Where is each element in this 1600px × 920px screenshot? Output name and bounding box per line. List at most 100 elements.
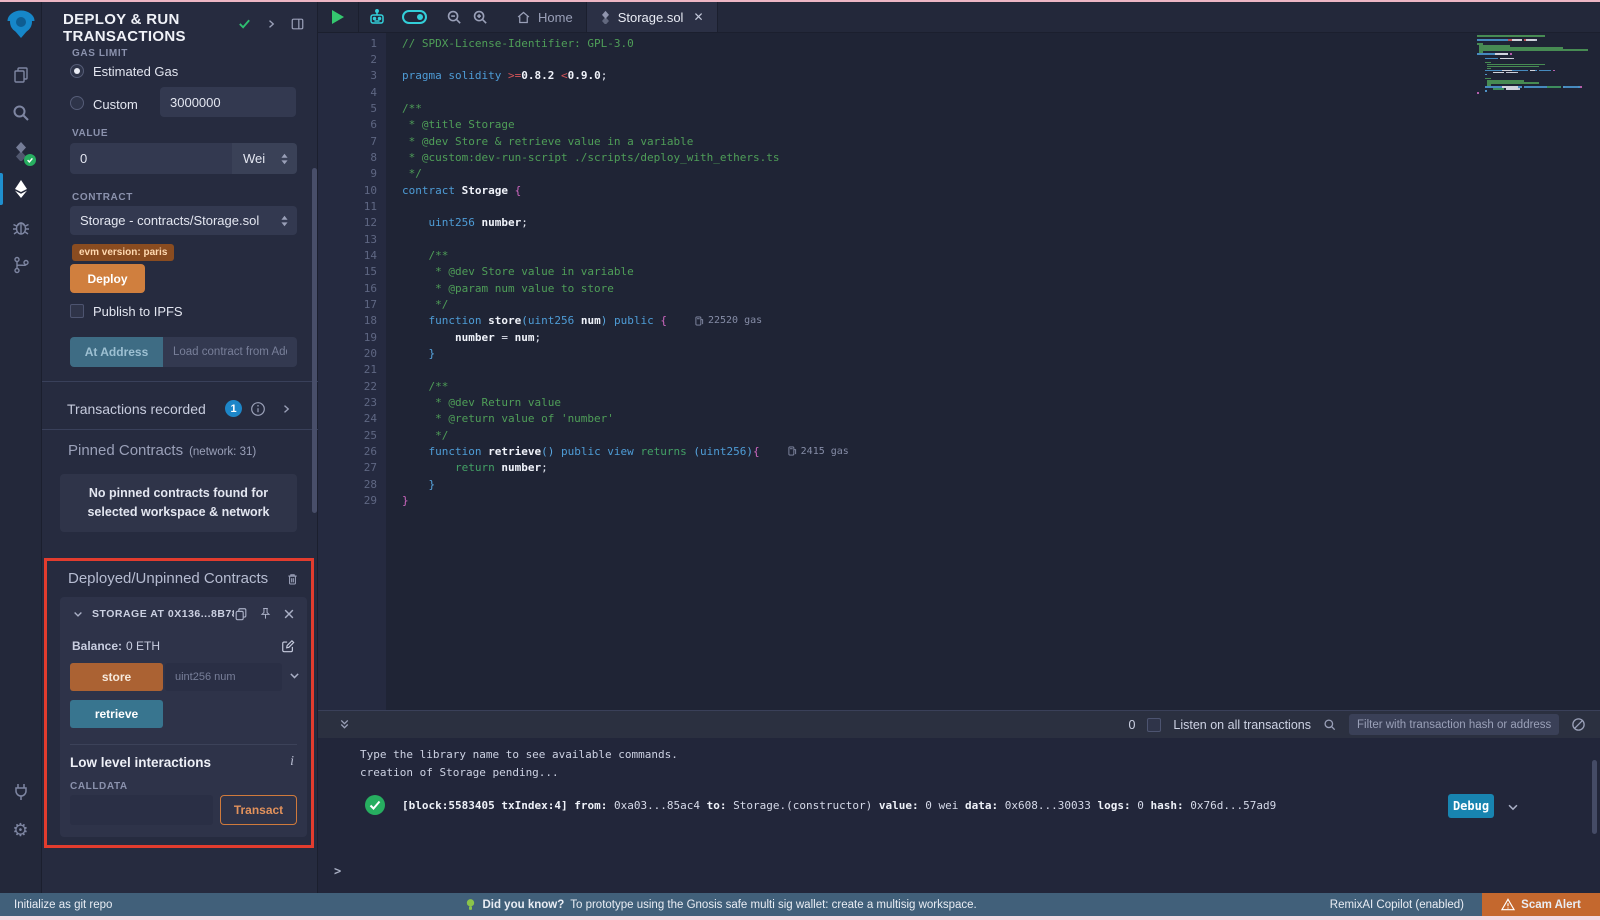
store-argument-input[interactable] xyxy=(165,663,282,691)
sidebar-item-search[interactable] xyxy=(0,94,42,132)
code-line[interactable]: 27 return number; xyxy=(318,460,1600,476)
code-line[interactable]: 2 xyxy=(318,51,1600,67)
calldata-input[interactable] xyxy=(70,795,213,825)
contract-select[interactable]: Storage - contracts/Storage.sol xyxy=(70,206,297,235)
expand-tx-chevron-icon[interactable] xyxy=(1506,800,1520,814)
code-line[interactable]: 17 */ xyxy=(318,296,1600,312)
run-script-button[interactable] xyxy=(318,2,359,32)
expand-transactions-chevron-icon[interactable] xyxy=(280,403,292,415)
divider xyxy=(42,429,318,430)
pin-contract-icon[interactable] xyxy=(259,607,272,621)
sidebar-item-solidity-compiler[interactable] xyxy=(0,132,42,170)
code-editor[interactable]: 1// SPDX-License-Identifier: GPL-3.023pr… xyxy=(318,33,1600,710)
code-line[interactable]: 29} xyxy=(318,492,1600,508)
edit-balance-icon[interactable] xyxy=(281,639,295,653)
window-bottom-edge xyxy=(0,916,1600,920)
code-line[interactable]: 18 function store(uint256 num) public {2… xyxy=(318,313,1600,329)
code-line[interactable]: 15 * @dev Store value in variable xyxy=(318,264,1600,280)
scam-alert-button[interactable]: Scam Alert xyxy=(1482,893,1600,916)
code-line[interactable]: 4 xyxy=(318,84,1600,100)
terminal-controls: 0 Listen on all transactions xyxy=(1128,714,1586,735)
publish-ipfs-checkbox[interactable] xyxy=(70,304,84,318)
collapse-chevron-down-icon[interactable] xyxy=(72,608,84,620)
code-line[interactable]: 16 * @param num value to store xyxy=(318,280,1600,296)
sidebar-item-file-explorer[interactable] xyxy=(0,56,42,94)
code-line[interactable]: 22 /** xyxy=(318,378,1600,394)
copy-address-icon[interactable] xyxy=(234,607,248,621)
code-line[interactable]: 14 /** xyxy=(318,247,1600,263)
clear-deployed-trash-icon[interactable] xyxy=(285,571,300,587)
calldata-label: CALLDATA xyxy=(70,781,128,792)
pin-panel-chevron-icon[interactable] xyxy=(265,18,277,30)
debug-button[interactable]: Debug xyxy=(1448,794,1494,818)
split-panel-icon[interactable] xyxy=(290,17,305,31)
retrieve-function-button[interactable]: retrieve xyxy=(70,700,163,728)
store-function-button[interactable]: store xyxy=(70,663,163,691)
sidebar-item-debugger[interactable] xyxy=(0,208,42,246)
expand-function-chevron-icon[interactable] xyxy=(288,669,301,682)
terminal-prompt[interactable]: > xyxy=(334,864,341,878)
scam-alert-label: Scam Alert xyxy=(1521,899,1581,911)
terminal-scrollbar[interactable] xyxy=(1592,760,1597,834)
code-line[interactable]: 25 */ xyxy=(318,427,1600,443)
editor-minimap[interactable] xyxy=(1477,35,1591,99)
custom-gas-radio[interactable] xyxy=(70,96,84,110)
info-icon[interactable] xyxy=(250,401,266,417)
value-input[interactable] xyxy=(70,143,232,174)
value-unit-select[interactable]: Wei xyxy=(232,143,297,174)
copilot-status[interactable]: RemixAI Copilot (enabled) xyxy=(1330,899,1464,911)
copilot-toggle[interactable] xyxy=(395,2,433,32)
status-bar: Initialize as git repo Did you know? To … xyxy=(0,893,1600,916)
code-line[interactable]: 12 uint256 number; xyxy=(318,215,1600,231)
git-init-button[interactable]: Initialize as git repo xyxy=(0,899,112,911)
estimated-gas-radio[interactable] xyxy=(70,64,84,78)
code-line[interactable]: 10contract Storage { xyxy=(318,182,1600,198)
transaction-filter-input[interactable] xyxy=(1349,714,1559,735)
code-line[interactable]: 20 } xyxy=(318,345,1600,361)
custom-gas-input[interactable] xyxy=(160,87,296,117)
listen-all-checkbox[interactable] xyxy=(1147,718,1161,732)
sidebar-item-git[interactable] xyxy=(0,246,42,284)
close-tab-icon[interactable]: ✕ xyxy=(693,10,703,24)
compiled-check-icon xyxy=(237,16,252,31)
tab-home[interactable]: Home xyxy=(503,2,586,32)
remove-contract-x-icon[interactable] xyxy=(283,608,295,620)
code-line[interactable]: 26 function retrieve() public view retur… xyxy=(318,443,1600,459)
sidebar-item-settings[interactable]: ⚙ xyxy=(0,811,42,849)
contract-card-icons xyxy=(234,607,295,621)
collapse-terminal-icon[interactable] xyxy=(338,718,351,731)
transaction-log-entry[interactable]: [block:5583405 txIndex:4] from: 0xa03...… xyxy=(402,799,1430,812)
code-line[interactable]: 3pragma solidity >=0.8.2 <0.9.0; xyxy=(318,68,1600,84)
zoom-out-button[interactable] xyxy=(441,2,467,32)
zoom-in-button[interactable] xyxy=(467,2,493,32)
at-address-button[interactable]: At Address xyxy=(70,337,163,367)
code-line[interactable]: 9 */ xyxy=(318,166,1600,182)
clear-filter-block-icon[interactable] xyxy=(1571,717,1586,732)
code-line[interactable]: 24 * @return value of 'number' xyxy=(318,411,1600,427)
code-line[interactable]: 6 * @title Storage xyxy=(318,117,1600,133)
code-line[interactable]: 7 * @dev Store & retrieve value in a var… xyxy=(318,133,1600,149)
code-line[interactable]: 13 xyxy=(318,231,1600,247)
transact-button[interactable]: Transact xyxy=(220,795,297,825)
tab-storage-sol[interactable]: Storage.sol ✕ xyxy=(586,2,718,32)
remix-logo-icon[interactable] xyxy=(5,8,37,42)
code-line[interactable]: 23 * @dev Return value xyxy=(318,394,1600,410)
code-line[interactable]: 5/** xyxy=(318,100,1600,116)
deployed-contract-card: STORAGE AT 0X136...8B78 Balance: 0 ETH s… xyxy=(60,597,307,837)
low-level-info-icon[interactable]: i xyxy=(290,754,294,770)
code-line[interactable]: 11 xyxy=(318,198,1600,214)
deploy-button[interactable]: Deploy xyxy=(70,264,145,293)
sidebar-item-plugin-manager[interactable] xyxy=(0,773,42,811)
code-line[interactable]: 1// SPDX-License-Identifier: GPL-3.0 xyxy=(318,35,1600,51)
side-panel-scrollbar[interactable] xyxy=(312,168,317,513)
lightbulb-icon xyxy=(465,898,476,912)
at-address-input[interactable] xyxy=(163,337,297,367)
code-line[interactable]: 28 } xyxy=(318,476,1600,492)
code-line[interactable]: 21 xyxy=(318,362,1600,378)
contract-label: CONTRACT xyxy=(72,192,133,203)
code-line[interactable]: 8 * @custom:dev-run-script ./scripts/dep… xyxy=(318,149,1600,165)
sidebar-item-deploy-run[interactable] xyxy=(0,170,42,208)
remixai-assistant-button[interactable] xyxy=(359,2,395,32)
terminal-output[interactable]: Type the library name to see available c… xyxy=(318,738,1600,893)
code-line[interactable]: 19 number = num; xyxy=(318,329,1600,345)
